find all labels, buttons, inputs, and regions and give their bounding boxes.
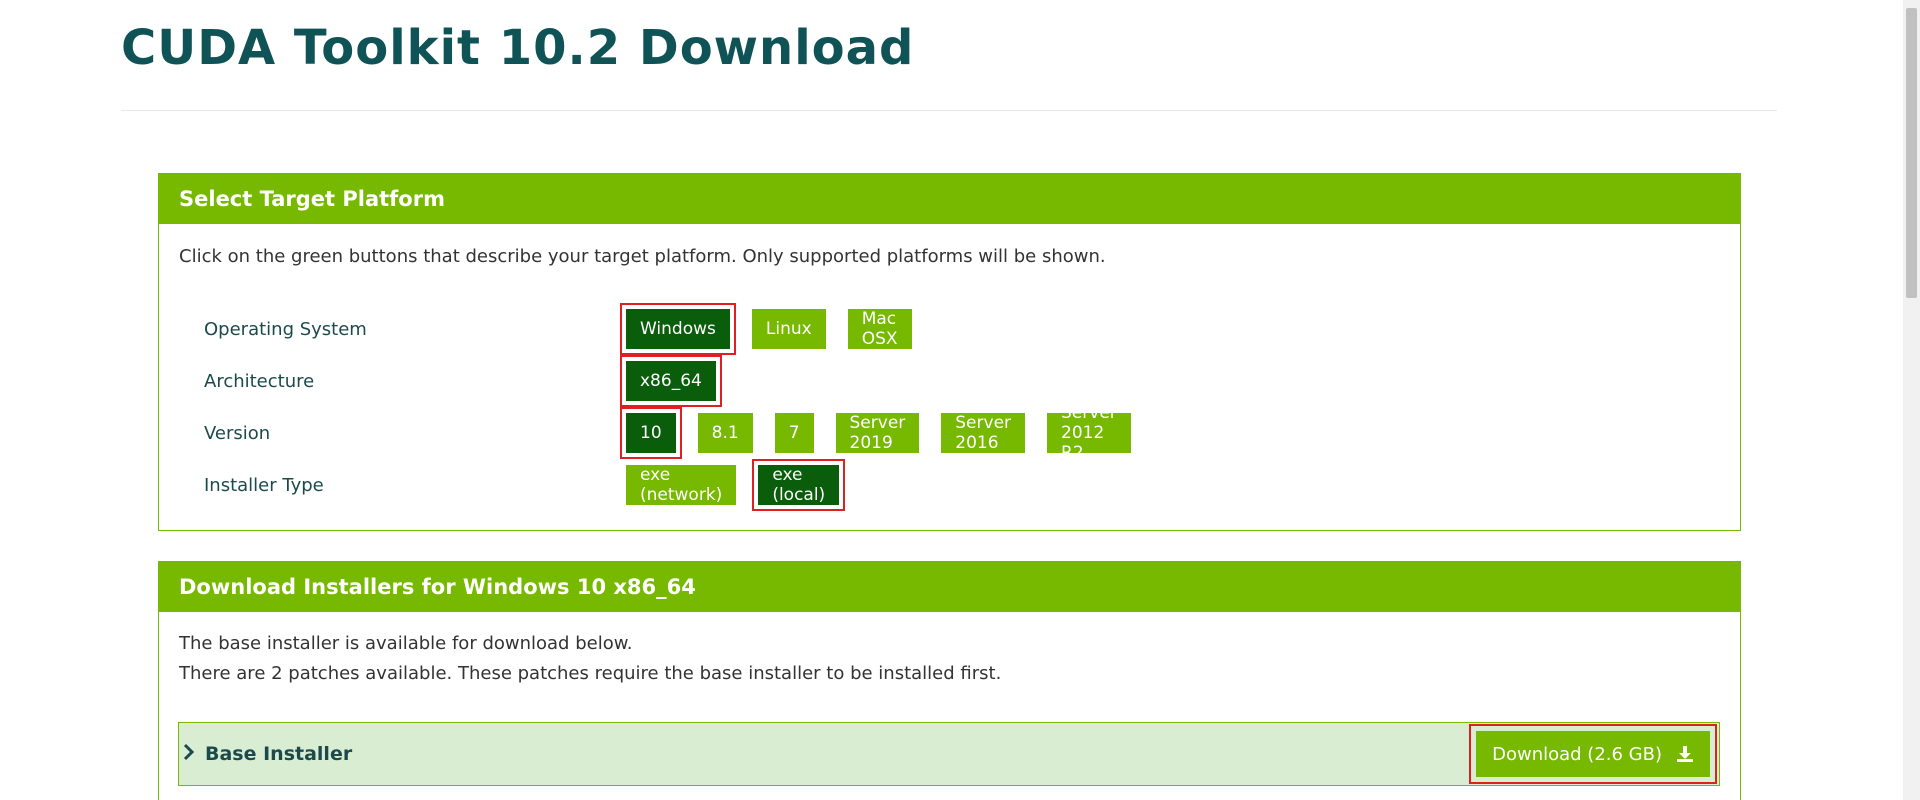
platform-intro-text: Click on the green buttons that describe… (179, 246, 1106, 267)
os-windows-button[interactable]: Windows (620, 303, 736, 355)
base-installer-toggle[interactable]: Base Installer (183, 723, 352, 785)
arch-x86-64-button[interactable]: x86_64 (620, 355, 722, 407)
row-label: Operating System (204, 318, 367, 340)
version-7-button[interactable]: 7 (774, 413, 814, 453)
os-options: Windows Linux Mac OSX (620, 303, 934, 355)
chevron-right-icon (183, 743, 201, 766)
os-linux-button[interactable]: Linux (751, 309, 826, 349)
installer-exe-local-button[interactable]: exe (local) (752, 459, 846, 511)
page-scrollbar[interactable] (1903, 0, 1920, 800)
row-label: Architecture (204, 370, 315, 392)
version-options: 10 8.1 7 Server 2019 Server 2016 Server … (620, 403, 1153, 463)
scrollbar-thumb[interactable] (1906, 8, 1917, 298)
patches-note: There are 2 patches available. These pat… (179, 663, 1002, 684)
download-installers-panel: Download Installers for Windows 10 x86_6… (158, 561, 1741, 800)
version-8-1-button[interactable]: 8.1 (697, 413, 753, 453)
download-button[interactable]: Download (2.6 GB) (1469, 724, 1717, 784)
download-icon (1676, 745, 1694, 763)
base-installer-label: Base Installer (205, 743, 353, 765)
download-label: Download (2.6 GB) (1492, 743, 1662, 765)
row-label: Version (204, 422, 271, 444)
version-server-2012-r2-button[interactable]: Server 2012 R2 (1047, 403, 1131, 463)
panel-header: Download Installers for Windows 10 x86_6… (159, 562, 1740, 612)
os-macosx-button[interactable]: Mac OSX (847, 309, 912, 349)
row-label: Installer Type (204, 474, 324, 496)
base-installer-row[interactable]: Base Installer Download (2.6 GB) (178, 722, 1720, 786)
version-10-button[interactable]: 10 (620, 407, 682, 459)
version-server-2016-button[interactable]: Server 2016 (941, 413, 1026, 453)
arch-options: x86_64 (620, 355, 738, 407)
select-target-platform-panel: Select Target Platform Click on the gree… (158, 173, 1741, 531)
page-title: CUDA Toolkit 10.2 Download (121, 20, 915, 76)
title-divider (121, 110, 1777, 111)
base-installer-note: The base installer is available for down… (179, 633, 633, 654)
panel-header: Select Target Platform (159, 174, 1740, 224)
version-server-2019-button[interactable]: Server 2019 (835, 413, 920, 453)
installer-type-options: exe (network) exe (local) (626, 459, 861, 511)
installer-exe-network-button[interactable]: exe (network) (626, 465, 737, 505)
